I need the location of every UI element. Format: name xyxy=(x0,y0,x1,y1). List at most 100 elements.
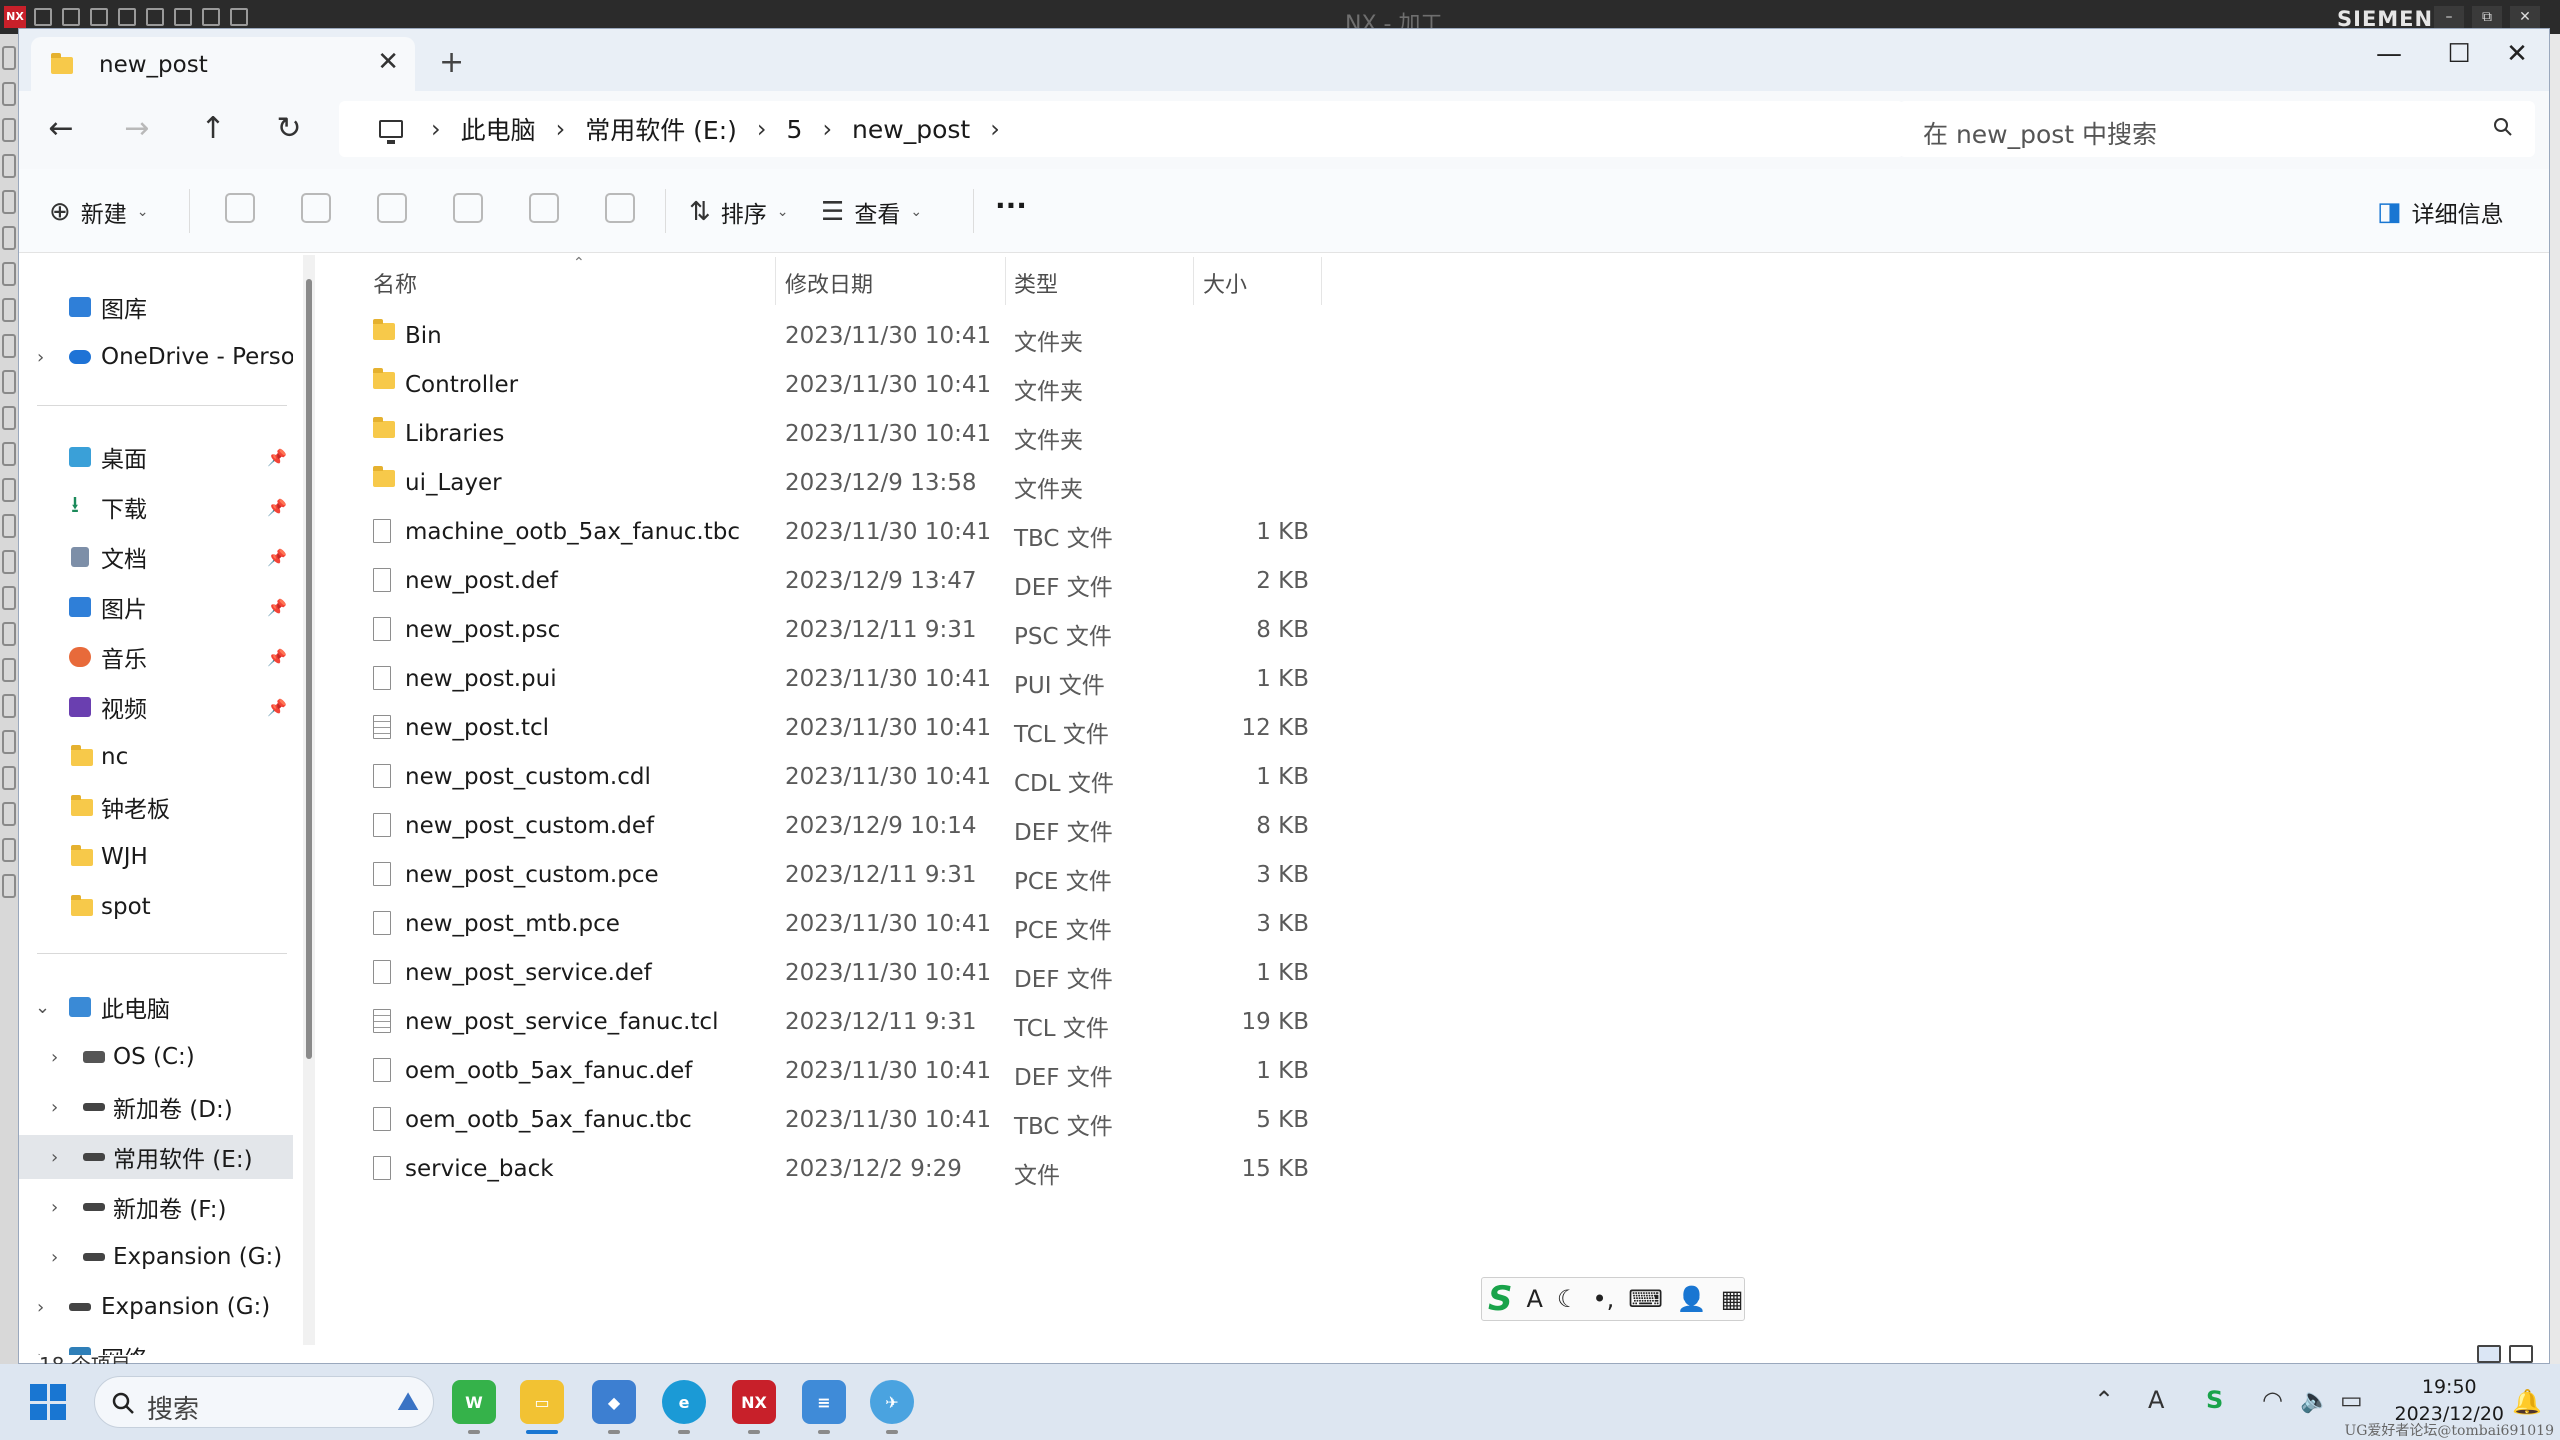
chevron-right-icon[interactable]: › xyxy=(51,1147,58,1168)
file-explorer-app-icon[interactable]: ▭ xyxy=(520,1380,564,1424)
chevron-right-icon[interactable]: › xyxy=(51,1197,58,1218)
pin-icon[interactable]: 📌 xyxy=(267,698,287,717)
share-icon[interactable] xyxy=(529,193,559,223)
ime-mode-icon[interactable]: A xyxy=(1527,1285,1543,1313)
up-button[interactable]: ↑ xyxy=(191,111,235,146)
sidebar-item-drive-e[interactable]: › 常用软件 (E:) xyxy=(19,1135,293,1179)
nx-resource-bar[interactable] xyxy=(0,34,18,1364)
breadcrumb[interactable]: › 此电脑 › 常用软件 (E:) › 5 › new_post › xyxy=(339,101,1904,157)
font-icon[interactable]: A xyxy=(2148,1386,2164,1414)
scrollbar-thumb[interactable] xyxy=(306,279,312,1059)
breadcrumb-new-post[interactable]: new_post xyxy=(852,115,970,144)
forward-button[interactable]: → xyxy=(115,111,159,146)
column-divider[interactable] xyxy=(1321,257,1322,305)
file-row[interactable]: new_post.pui 2023/11/30 10:41 PUI 文件 1 KB xyxy=(341,654,1309,703)
folder-row[interactable]: Bin 2023/11/30 10:41 文件夹 xyxy=(341,311,1301,360)
mic-icon[interactable] xyxy=(174,8,192,26)
file-row[interactable]: new_post_custom.pce 2023/12/11 9:31 PCE 文件… xyxy=(341,850,1309,899)
breadcrumb-this-pc[interactable]: 此电脑 xyxy=(461,111,536,147)
file-row[interactable]: oem_ootb_5ax_fanuc.tbc 2023/11/30 10:41 TB… xyxy=(341,1095,1309,1144)
sidebar-item-this-pc[interactable]: ⌄ 此电脑 xyxy=(19,985,293,1029)
tab-close-icon[interactable]: ✕ xyxy=(377,47,399,77)
tiles-view-button[interactable] xyxy=(2509,1345,2533,1363)
column-header-name[interactable]: 名称 xyxy=(373,267,417,299)
sidebar-item-drive-g[interactable]: › Expansion (G:) xyxy=(19,1235,293,1279)
chevron-right-icon[interactable]: › xyxy=(51,1247,58,1268)
chevron-right-icon[interactable]: › xyxy=(51,1097,58,1118)
maximize-button[interactable]: ☐ xyxy=(2429,39,2489,69)
sidebar-item-nc[interactable]: nc xyxy=(19,735,293,779)
notepad-app-icon[interactable]: ≡ xyxy=(802,1380,846,1424)
sidebar-item-music[interactable]: 音乐 📌 xyxy=(19,635,293,679)
folder-row[interactable]: Controller 2023/11/30 10:41 文件夹 xyxy=(341,360,1301,409)
search-input[interactable]: 在 new_post 中搜索 xyxy=(1899,101,2535,157)
wifi-icon[interactable]: ◠ xyxy=(2262,1386,2283,1414)
file-row[interactable]: service_back 2023/12/2 9:29 文件 15 KB xyxy=(341,1144,1309,1193)
undo-icon[interactable] xyxy=(62,8,80,26)
pin-icon[interactable]: 📌 xyxy=(267,598,287,617)
sidebar-item-spot[interactable]: spot xyxy=(19,885,293,929)
details-pane-button[interactable]: ◨ 详细信息 xyxy=(2377,195,2504,229)
breadcrumb-separator[interactable]: › xyxy=(990,115,1000,143)
column-divider[interactable] xyxy=(775,257,776,305)
sidebar-item-onedrive[interactable]: › OneDrive - Person xyxy=(19,335,293,379)
sidebar-item-drive-c[interactable]: › OS (C:) xyxy=(19,1035,293,1079)
sidebar-item-wjh[interactable]: WJH xyxy=(19,835,293,879)
tool-icon[interactable] xyxy=(146,8,164,26)
view-button[interactable]: ☰ 查看 ⌄ xyxy=(821,195,922,229)
file-row[interactable]: new_post.def 2023/12/9 13:47 DEF 文件 2 KB xyxy=(341,556,1309,605)
copy-icon[interactable] xyxy=(301,193,331,223)
more-button[interactable]: ··· xyxy=(995,189,1027,222)
ime-keyboard-icon[interactable]: ⌨ xyxy=(1628,1285,1663,1313)
sidebar-item-zhonglaoban[interactable]: 钟老板 xyxy=(19,785,293,829)
chevron-right-icon[interactable]: › xyxy=(37,347,44,368)
save-icon[interactable] xyxy=(34,8,52,26)
app-icon[interactable]: ✈ xyxy=(870,1380,914,1424)
nx-restore-button[interactable]: ⧉ xyxy=(2472,6,2502,28)
new-tab-button[interactable]: + xyxy=(439,45,464,80)
file-row[interactable]: oem_ootb_5ax_fanuc.def 2023/11/30 10:41 DE… xyxy=(341,1046,1309,1095)
delete-icon[interactable] xyxy=(605,193,635,223)
file-row[interactable]: new_post_service_fanuc.tcl 2023/12/11 9:3… xyxy=(341,997,1309,1046)
sort-button[interactable]: ⇅ 排序 ⌄ xyxy=(689,195,789,229)
breadcrumb-drive-e[interactable]: 常用软件 (E:) xyxy=(585,111,737,147)
column-divider[interactable] xyxy=(1193,257,1194,305)
breadcrumb-separator[interactable]: › xyxy=(556,115,566,143)
breadcrumb-folder-5[interactable]: 5 xyxy=(787,115,803,144)
battery-icon[interactable]: ▭ xyxy=(2340,1386,2363,1414)
file-row[interactable]: new_post.psc 2023/12/11 9:31 PSC 文件 8 KB xyxy=(341,605,1309,654)
sidebar-item-documents[interactable]: 文档 📌 xyxy=(19,535,293,579)
nx-close-button[interactable]: ✕ xyxy=(2510,6,2540,28)
pin-icon[interactable]: 📌 xyxy=(267,648,287,667)
file-row[interactable]: new_post.tcl 2023/11/30 10:41 TCL 文件 12 KB xyxy=(341,703,1309,752)
new-button[interactable]: ⊕ 新建 ⌄ xyxy=(49,195,149,229)
sidebar-item-videos[interactable]: 视频 📌 xyxy=(19,685,293,729)
window-icon[interactable] xyxy=(202,8,220,26)
sidebar-item-expansion-g[interactable]: › Expansion (G:) xyxy=(19,1285,293,1329)
folder-row[interactable]: ui_Layer 2023/12/9 13:58 文件夹 xyxy=(341,458,1301,507)
file-row[interactable]: new_post_custom.cdl 2023/11/30 10:41 CDL 文… xyxy=(341,752,1309,801)
minimize-button[interactable]: — xyxy=(2359,39,2419,69)
nx-app-icon[interactable]: NX xyxy=(732,1380,776,1424)
app-icon[interactable]: ◆ xyxy=(592,1380,636,1424)
sidebar-item-gallery[interactable]: 图库 xyxy=(19,285,293,329)
pin-icon[interactable]: 📌 xyxy=(267,448,287,467)
nx-quick-access-toolbar[interactable] xyxy=(34,8,248,26)
volume-icon[interactable]: 🔈 xyxy=(2300,1386,2330,1414)
chevron-down-icon[interactable]: ⌄ xyxy=(35,997,50,1018)
ime-moon-icon[interactable]: ☾ xyxy=(1557,1285,1579,1313)
tab-new-post[interactable]: new_post ✕ xyxy=(31,37,415,91)
sidebar-scrollbar[interactable] xyxy=(303,255,315,1345)
sogou-tray-icon[interactable]: S xyxy=(2206,1386,2223,1414)
file-row[interactable]: new_post_service.def 2023/11/30 10:41 DEF … xyxy=(341,948,1309,997)
sidebar-item-desktop[interactable]: 桌面 📌 xyxy=(19,435,293,479)
paste-icon[interactable] xyxy=(377,193,407,223)
chevron-right-icon[interactable]: › xyxy=(37,1297,44,1318)
chevron-right-icon[interactable]: › xyxy=(51,1047,58,1068)
column-divider[interactable] xyxy=(1005,257,1006,305)
layout-icon[interactable] xyxy=(230,8,248,26)
file-row[interactable]: machine_ootb_5ax_fanuc.tbc 2023/11/30 10:… xyxy=(341,507,1309,556)
close-button[interactable]: ✕ xyxy=(2487,39,2547,69)
folder-row[interactable]: Libraries 2023/11/30 10:41 文件夹 xyxy=(341,409,1301,458)
rename-icon[interactable] xyxy=(453,193,483,223)
